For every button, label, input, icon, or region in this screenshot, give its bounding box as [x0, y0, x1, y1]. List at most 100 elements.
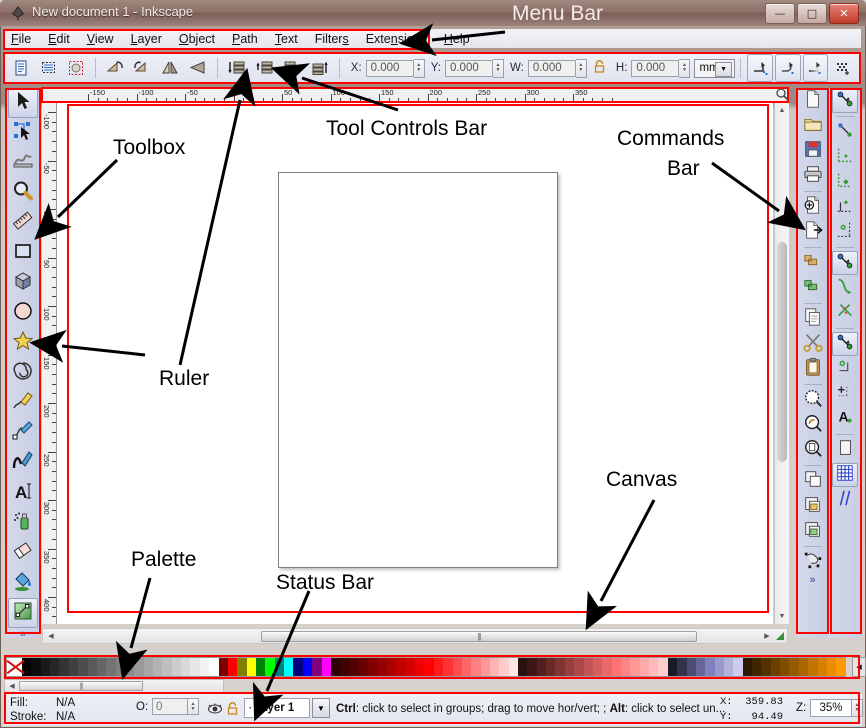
raise-to-top-button[interactable] — [307, 54, 333, 82]
palette-swatch[interactable] — [171, 658, 182, 676]
palette-swatch[interactable] — [808, 658, 818, 676]
menu-item-edit[interactable]: Edit — [48, 32, 70, 46]
minimize-button[interactable]: — — [765, 3, 795, 24]
palette-swatch[interactable] — [321, 658, 331, 676]
palette-swatch[interactable] — [621, 658, 631, 676]
zoom-input[interactable]: 35% — [810, 699, 852, 717]
palette-swatch[interactable] — [68, 658, 79, 676]
star-tool[interactable] — [8, 328, 38, 358]
x-spinner[interactable]: ▲ ▼ — [413, 58, 425, 78]
palette-swatch[interactable] — [87, 658, 97, 676]
raise-one-step-button[interactable] — [279, 54, 305, 82]
palette-corner-icon[interactable] — [775, 631, 786, 642]
lower-to-bottom-button[interactable] — [224, 54, 250, 82]
lower-one-step-button[interactable] — [252, 54, 278, 82]
palette-swatch[interactable] — [489, 658, 500, 676]
lock-ratio-icon[interactable] — [593, 59, 606, 77]
layer-lock-icon[interactable] — [226, 701, 239, 716]
maximize-button[interactable]: □ — [797, 3, 827, 24]
palette-scrollbar[interactable]: ◀ ||| — [4, 679, 224, 693]
palette-swatch[interactable] — [518, 658, 528, 676]
palette-swatch[interactable] — [358, 658, 369, 676]
palette-swatch[interactable] — [50, 658, 60, 676]
ellipse-tool[interactable] — [8, 298, 38, 328]
h-spinner[interactable]: ▲ ▼ — [679, 58, 691, 78]
units-select[interactable]: mm ▼ — [694, 58, 736, 78]
paste-button[interactable] — [800, 357, 826, 381]
palette-swatch[interactable] — [611, 658, 621, 676]
snap-bbox-edges-toggle[interactable] — [832, 145, 858, 169]
zoom-page-button[interactable] — [800, 438, 826, 462]
opacity-spinner[interactable]: ▲ ▼ — [188, 698, 199, 715]
palette-swatch[interactable] — [143, 658, 154, 676]
palette-swatch[interactable] — [639, 658, 650, 676]
palette-swatch[interactable] — [705, 658, 715, 676]
menu-item-layer[interactable]: Layer — [131, 32, 162, 46]
flip-vertical-button[interactable] — [185, 54, 211, 82]
palette-swatch[interactable] — [555, 658, 565, 676]
palette-swatch[interactable] — [209, 658, 219, 676]
palette-swatch[interactable] — [377, 658, 388, 676]
3dbox-tool[interactable] — [8, 268, 38, 298]
palette-swatch[interactable] — [546, 658, 556, 676]
palette-swatch[interactable] — [826, 658, 837, 676]
x-input[interactable]: 0.000 — [365, 59, 414, 77]
palette-swatch[interactable] — [31, 658, 41, 676]
spray-tool[interactable] — [8, 508, 38, 538]
snap-guides-toggle[interactable] — [832, 488, 858, 512]
palette-swatch[interactable] — [452, 658, 462, 676]
palette-swatch[interactable] — [312, 658, 322, 676]
cut-button[interactable] — [800, 332, 826, 356]
group-button[interactable] — [800, 494, 826, 518]
palette-swatch[interactable] — [723, 658, 734, 676]
palette-swatch[interactable] — [742, 658, 753, 676]
palette-swatch[interactable] — [836, 658, 846, 676]
export-button[interactable] — [800, 220, 826, 244]
menu-item-extensions[interactable]: Extensions — [366, 32, 427, 46]
node-tool[interactable] — [8, 118, 38, 148]
scroll-left-arrow[interactable]: ◀ — [45, 630, 57, 642]
palette-swatch[interactable] — [677, 658, 687, 676]
palette-swatch[interactable] — [162, 658, 172, 676]
palette-swatch[interactable] — [583, 658, 593, 676]
select-all-button[interactable] — [8, 54, 34, 82]
palette-swatch[interactable] — [227, 658, 238, 676]
palette-swatch[interactable] — [424, 658, 434, 676]
eraser-tool[interactable] — [8, 538, 38, 568]
palette-swatch[interactable] — [190, 658, 200, 676]
palette-swatch[interactable] — [78, 658, 88, 676]
palette-swatch[interactable] — [686, 658, 696, 676]
palette-swatch[interactable] — [255, 658, 266, 676]
snap-to-cusp-nodes-toggle[interactable] — [831, 332, 858, 356]
ruler-unit-icon[interactable] — [775, 87, 789, 101]
palette-swatch[interactable] — [461, 658, 472, 676]
scroll-up-arrow[interactable]: ▲ — [776, 104, 788, 116]
palette-swatch[interactable] — [480, 658, 490, 676]
menu-item-text[interactable]: Text — [275, 32, 298, 46]
palette-swatch[interactable] — [106, 658, 116, 676]
scroll-right-arrow[interactable]: ▶ — [761, 630, 773, 642]
palette-swatch[interactable] — [499, 658, 509, 676]
zoom-spinner[interactable]: ▲ ▼ — [852, 699, 863, 717]
measure-tool[interactable] — [8, 208, 38, 238]
palette-swatch[interactable] — [658, 658, 668, 676]
calligraphy-tool[interactable] — [8, 448, 38, 478]
palette-swatch[interactable] — [246, 658, 256, 676]
snap-bbox-corners-toggle[interactable] — [832, 170, 858, 194]
palette-swatch[interactable] — [527, 658, 537, 676]
close-button[interactable]: ✕ — [829, 3, 859, 24]
xml-editor-button[interactable] — [800, 550, 826, 574]
palette-swatch[interactable] — [733, 658, 743, 676]
palette-swatch[interactable] — [770, 658, 781, 676]
palette-swatch[interactable] — [115, 658, 125, 676]
rotate-90-cw-button[interactable] — [130, 54, 156, 82]
undo-button[interactable] — [800, 251, 826, 275]
snap-smooth-nodes-toggle[interactable] — [832, 357, 858, 381]
h-input[interactable]: 0.000 — [631, 59, 680, 77]
palette-swatch[interactable] — [96, 658, 107, 676]
palette-swatch[interactable] — [630, 658, 640, 676]
snap-bounding-box-toggle[interactable] — [832, 120, 858, 144]
palette-swatch[interactable] — [602, 658, 612, 676]
enable-snapping-toggle[interactable] — [831, 89, 858, 113]
palette-swatch[interactable] — [340, 658, 350, 676]
